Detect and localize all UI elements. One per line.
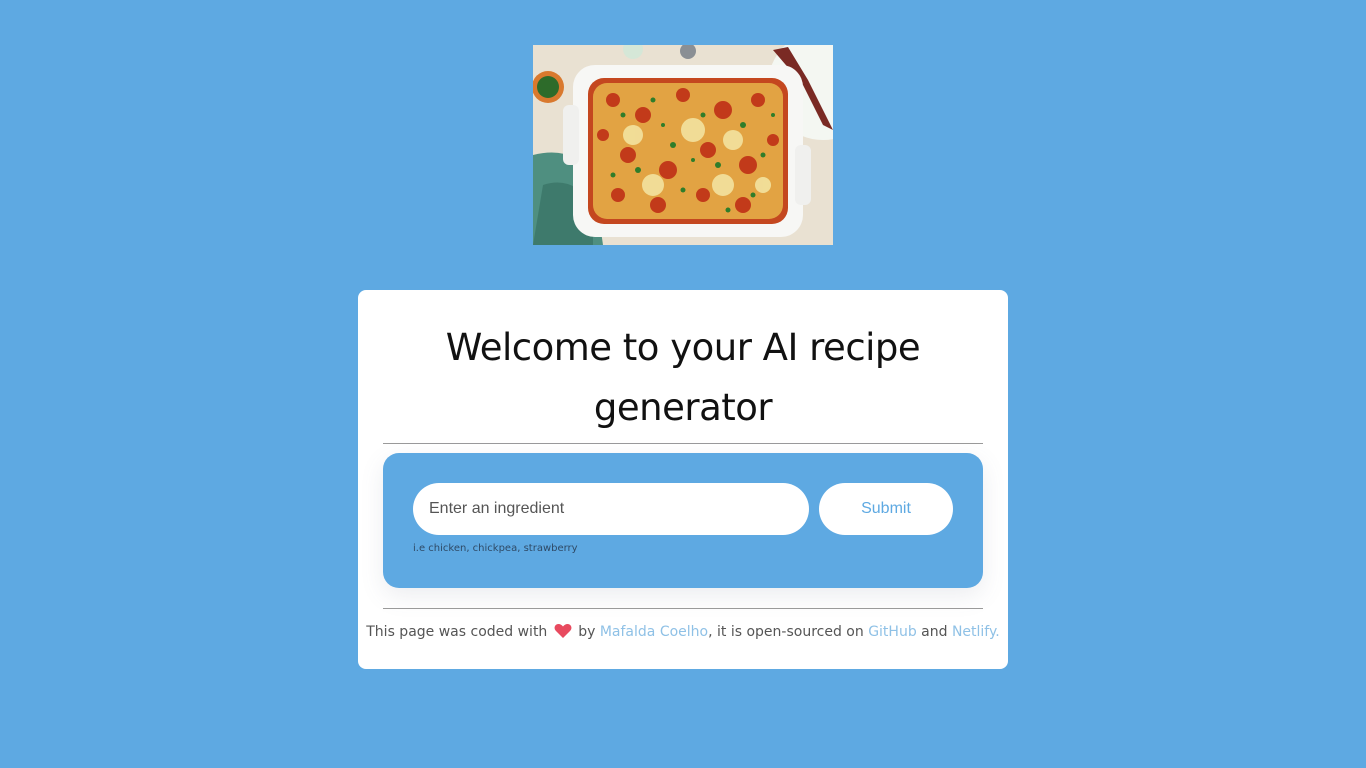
author-link[interactable]: Mafalda Coelho [600,624,708,640]
recipe-card: Welcome to your AI recipe generator Subm… [358,290,1008,669]
submit-button[interactable]: Submit [819,483,953,535]
hero-image [533,45,833,245]
ingredient-hint: i.e chicken, chickpea, strawberry [413,543,578,554]
ingredient-form: Submit i.e chicken, chickpea, strawberry [383,453,983,588]
page-title: Welcome to your AI recipe generator [445,326,921,429]
footer-credits: This page was coded with by Mafalda Coel… [358,623,1008,643]
footer-text-by: by [578,624,596,640]
divider-top [383,443,983,444]
lasagna-dish-photo [533,45,833,245]
ingredient-input[interactable] [413,483,809,535]
heart-icon [554,623,572,643]
netlify-link[interactable]: Netlify. [952,624,1000,640]
footer-text-coded-with: This page was coded with [366,624,548,640]
divider-bottom [383,608,983,609]
footer-text-open-sourced: , it is open-sourced on [708,624,864,640]
footer-text-and: and [921,624,948,640]
github-link[interactable]: GitHub [868,624,917,640]
